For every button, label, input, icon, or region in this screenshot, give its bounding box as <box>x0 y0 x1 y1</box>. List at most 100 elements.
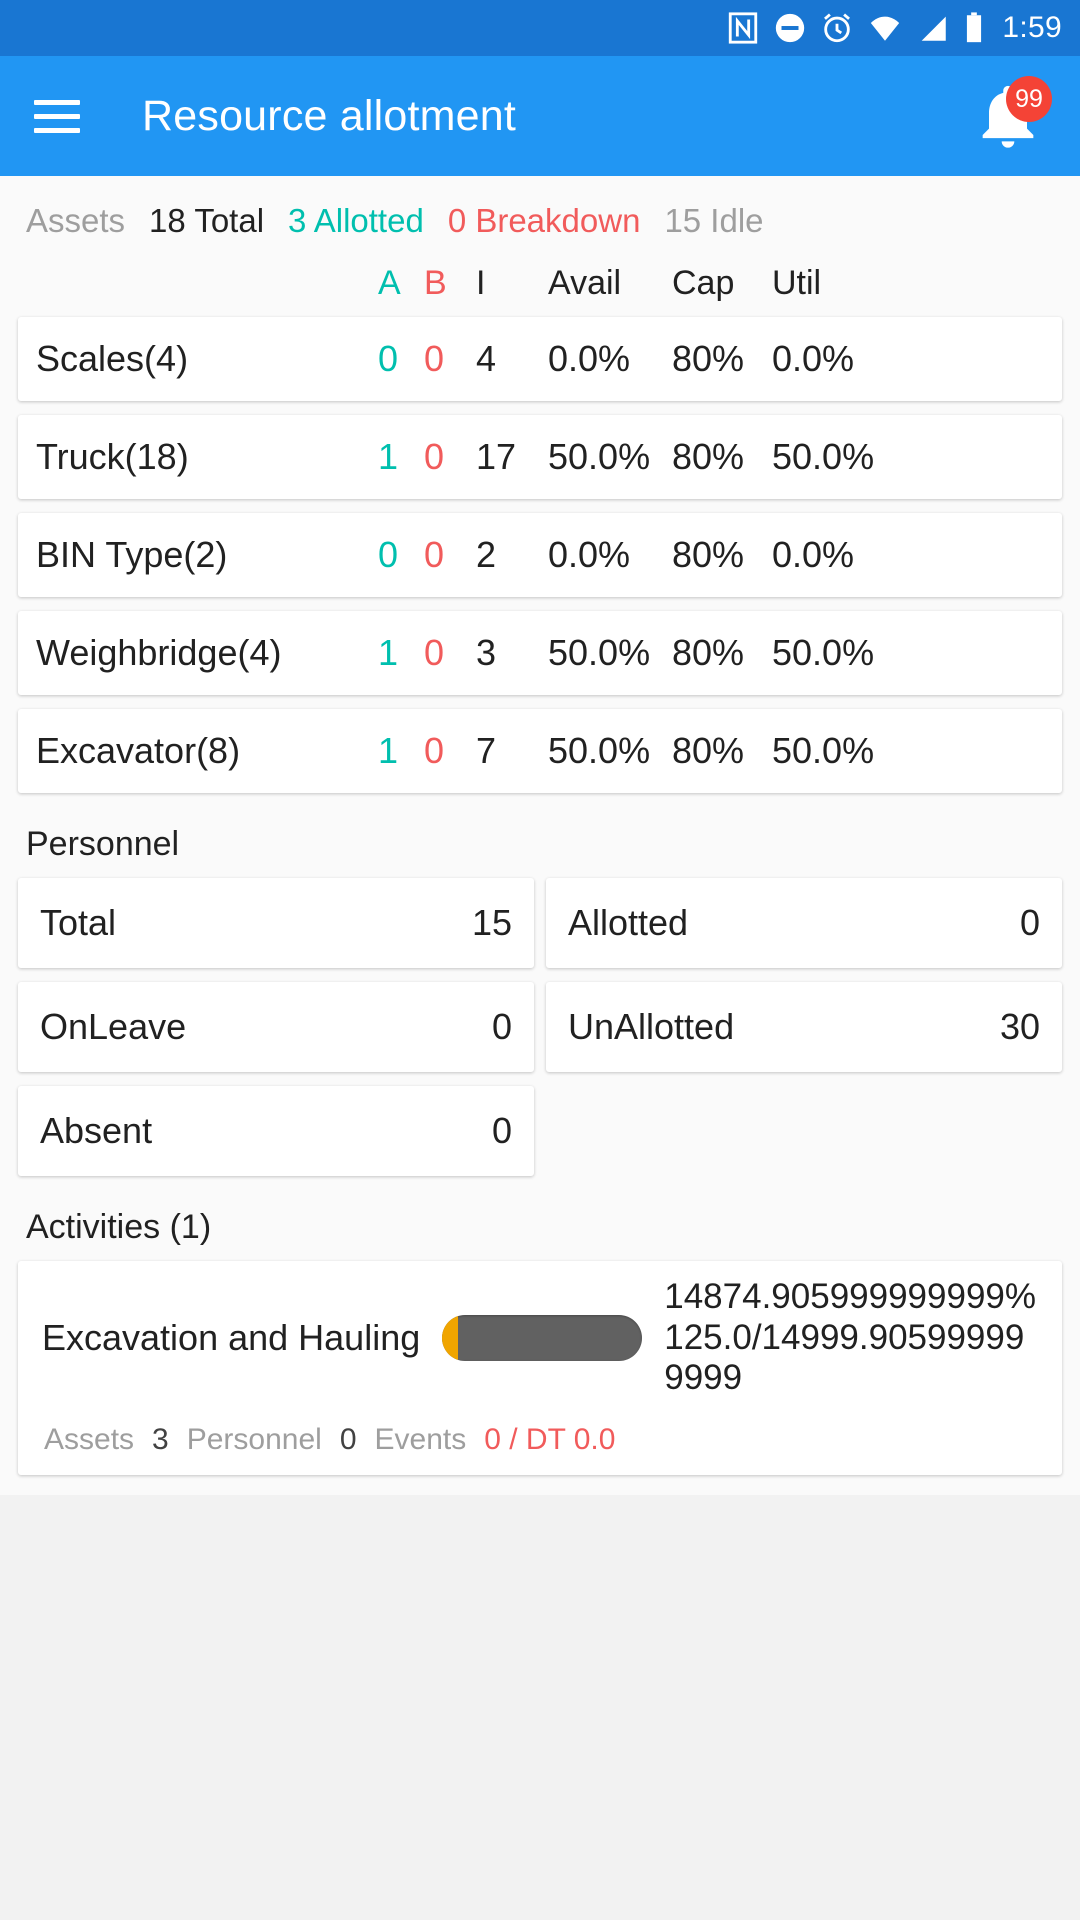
asset-avail: 0.0% <box>548 534 631 575</box>
table-row[interactable]: Weighbridge(4) 1 0 3 50.0% 80% 50.0% <box>18 611 1062 695</box>
asset-avail: 50.0% <box>548 436 651 477</box>
asset-name: Truck(18) <box>36 436 189 477</box>
asset-cap: 80% <box>672 534 745 575</box>
app-bar: Resource allotment 99 <box>0 56 1080 176</box>
personnel-label: UnAllotted <box>568 1006 735 1047</box>
list-item[interactable]: UnAllotted 30 <box>546 982 1062 1072</box>
status-time: 1:59 <box>1002 11 1062 44</box>
column-header-util: Util <box>772 264 822 302</box>
asset-name: Scales(4) <box>36 338 189 379</box>
page-title: Resource allotment <box>142 91 517 140</box>
asset-util: 50.0% <box>772 436 875 477</box>
personnel-grid-spacer <box>546 1086 1062 1176</box>
asset-breakdown: 0 <box>424 632 445 673</box>
asset-allotted: 0 <box>378 338 399 379</box>
asset-name: Weighbridge(4) <box>36 632 282 673</box>
assets-summary: Assets 18 Total 3 Allotted 0 Breakdown 1… <box>0 176 1080 254</box>
activity-progress-fill <box>442 1314 459 1361</box>
personnel-section-title: Personnel <box>26 825 180 863</box>
asset-util: 50.0% <box>772 632 875 673</box>
asset-allotted: 0 <box>378 534 399 575</box>
column-header-name <box>26 264 378 303</box>
asset-allotted: 1 <box>378 436 399 477</box>
assets-breakdown: 0 Breakdown <box>447 202 641 239</box>
activities-section-title: Activities (1) <box>26 1208 212 1246</box>
status-bar: 1:59 <box>0 0 1080 56</box>
table-row[interactable]: Truck(18) 1 0 17 50.0% 80% 50.0% <box>18 415 1062 499</box>
asset-breakdown: 0 <box>424 534 445 575</box>
activity-events-value: 0 / DT 0.0 <box>484 1422 616 1456</box>
personnel-value: 30 <box>999 1006 1040 1047</box>
personnel-value: 0 <box>1019 902 1040 943</box>
asset-util: 0.0% <box>772 338 855 379</box>
asset-avail: 50.0% <box>548 730 651 771</box>
activity-personnel-value: 0 <box>339 1422 357 1456</box>
asset-avail: 50.0% <box>548 632 651 673</box>
notification-badge: 99 <box>1006 76 1052 122</box>
nfc-icon <box>726 11 760 45</box>
activity-progress-bar <box>442 1314 643 1361</box>
do-not-disturb-icon <box>773 11 807 45</box>
activity-main-row: Excavation and Hauling 14874.90599999999… <box>18 1277 1062 1409</box>
activity-assets-label: Assets <box>44 1422 135 1456</box>
alarm-icon <box>820 11 854 45</box>
personnel-label: Absent <box>40 1110 153 1151</box>
assets-idle: 15 Idle <box>664 202 764 239</box>
asset-name: Excavator(8) <box>36 730 241 771</box>
asset-cap: 80% <box>672 338 745 379</box>
column-header-avail: Avail <box>548 264 622 302</box>
assets-table-header: A B I Avail Cap Util <box>0 254 1080 317</box>
asset-idle: 7 <box>476 730 497 771</box>
asset-cap: 80% <box>672 632 745 673</box>
list-item[interactable]: OnLeave 0 <box>18 982 534 1072</box>
assets-total: 18 Total <box>149 202 265 239</box>
asset-idle: 17 <box>476 436 517 477</box>
notification-button[interactable]: 99 <box>970 76 1052 154</box>
activity-events-label: Events <box>374 1422 467 1456</box>
asset-allotted: 1 <box>378 730 399 771</box>
personnel-label: Allotted <box>568 902 689 943</box>
asset-idle: 4 <box>476 338 497 379</box>
asset-util: 50.0% <box>772 730 875 771</box>
assets-allotted: 3 Allotted <box>288 202 424 239</box>
personnel-label: OnLeave <box>40 1006 187 1047</box>
personnel-value: 0 <box>491 1006 512 1047</box>
personnel-label: Total <box>40 902 117 943</box>
hamburger-menu-icon[interactable] <box>34 99 80 133</box>
asset-name: BIN Type(2) <box>36 534 228 575</box>
activity-name: Excavation and Hauling <box>42 1316 421 1358</box>
personnel-grid: Total 15 Allotted 0 OnLeave 0 UnAllotted… <box>0 878 1080 1190</box>
main-content: Assets 18 Total 3 Allotted 0 Breakdown 1… <box>0 176 1080 1495</box>
asset-avail: 0.0% <box>548 338 631 379</box>
battery-icon <box>963 11 985 45</box>
wifi-icon <box>867 11 903 45</box>
column-header-cap: Cap <box>672 264 735 302</box>
assets-label: Assets <box>26 202 126 239</box>
list-item[interactable]: Allotted 0 <box>546 878 1062 968</box>
personnel-value: 15 <box>471 902 512 943</box>
activity-stats: 14874.905999999999% 125.0/14999.90599999… <box>664 1277 1037 1398</box>
personnel-value: 0 <box>491 1110 512 1151</box>
activity-card[interactable]: Excavation and Hauling 14874.90599999999… <box>18 1261 1062 1475</box>
table-row[interactable]: Excavator(8) 1 0 7 50.0% 80% 50.0% <box>18 709 1062 793</box>
column-header-idle: I <box>476 264 486 302</box>
column-header-breakdown: B <box>424 264 447 302</box>
table-row[interactable]: BIN Type(2) 0 0 2 0.0% 80% 0.0% <box>18 513 1062 597</box>
asset-breakdown: 0 <box>424 730 445 771</box>
asset-cap: 80% <box>672 436 745 477</box>
activity-assets-value: 3 <box>152 1422 169 1456</box>
activity-personnel-label: Personnel <box>186 1422 322 1456</box>
signal-icon <box>916 11 950 45</box>
asset-allotted: 1 <box>378 632 399 673</box>
asset-cap: 80% <box>672 730 745 771</box>
asset-idle: 3 <box>476 632 497 673</box>
list-item[interactable]: Total 15 <box>18 878 534 968</box>
column-header-allotted: A <box>378 264 401 302</box>
activity-footer: Assets 3 Personnel 0 Events 0 / DT 0.0 <box>18 1409 1062 1475</box>
asset-breakdown: 0 <box>424 338 445 379</box>
table-row[interactable]: Scales(4) 0 0 4 0.0% 80% 0.0% <box>18 317 1062 401</box>
asset-util: 0.0% <box>772 534 855 575</box>
list-item[interactable]: Absent 0 <box>18 1086 534 1176</box>
asset-breakdown: 0 <box>424 436 445 477</box>
asset-idle: 2 <box>476 534 497 575</box>
